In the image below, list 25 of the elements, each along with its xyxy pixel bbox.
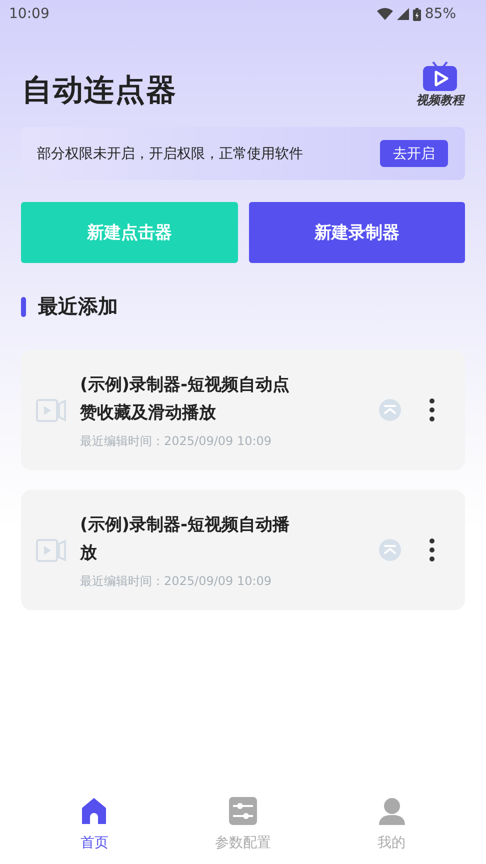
more-icon[interactable] (429, 398, 435, 422)
video-tutorial-button[interactable]: 视频教程 (416, 60, 464, 109)
edit-time: 最近编辑时间：2025/09/09 10:09 (80, 432, 273, 450)
video-icon (36, 398, 66, 422)
section-marker (21, 296, 26, 316)
more-icon[interactable] (429, 538, 435, 562)
script-card[interactable]: (示例)录制器-短视频自动播放 最近编辑时间：2025/09/09 10:09 (21, 490, 465, 610)
nav-tab[interactable]: 首页 (44, 784, 144, 864)
script-title: (示例)录制器-短视频自动点赞收藏及滑动播放 (80, 374, 291, 424)
signal-icon (396, 8, 409, 20)
script-title: (示例)录制器-短视频自动播放 (80, 514, 291, 564)
sliders-icon (228, 796, 258, 826)
enable-button[interactable]: 去开启 (380, 140, 448, 167)
person-icon (376, 796, 407, 826)
video-icon (36, 538, 66, 562)
wifi-icon (376, 8, 393, 20)
notice-text: 部分权限未开启，开启权限，正常使用软件 (37, 144, 303, 162)
create-button[interactable]: 新建录制器 (248, 202, 465, 263)
app-title: 自动连点器 (22, 72, 177, 110)
status-time: 10:09 (9, 6, 50, 22)
edit-time: 最近编辑时间：2025/09/09 10:09 (80, 572, 273, 590)
battery-level: 85% (424, 6, 456, 22)
script-card[interactable]: (示例)录制器-短视频自动点赞收藏及滑动播放 最近编辑时间：2025/09/09 10:09 (21, 350, 465, 470)
section-title: 最近添加 (38, 293, 118, 320)
battery-icon (412, 8, 421, 20)
